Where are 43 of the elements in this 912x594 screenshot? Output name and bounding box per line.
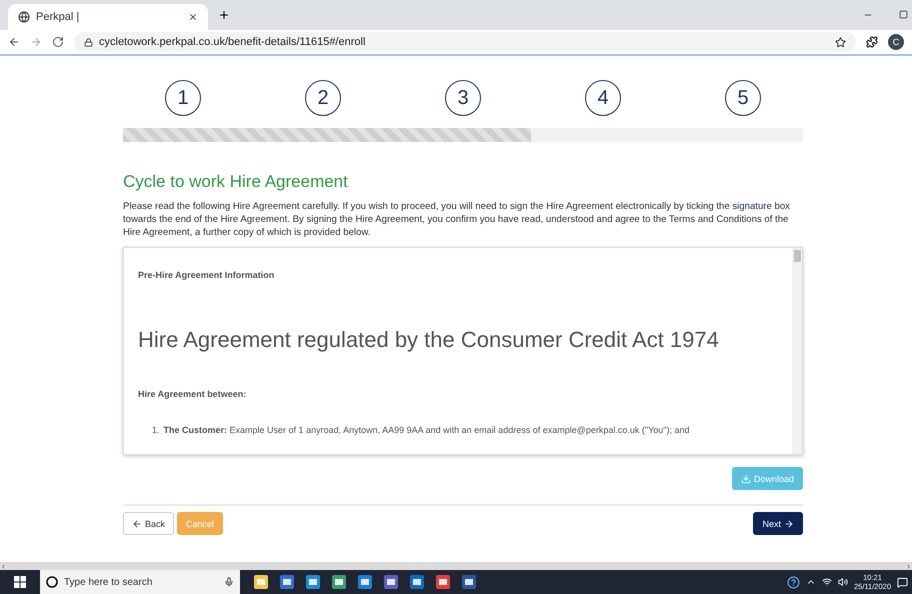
document-heading: Pre-Hire Agreement Information — [138, 270, 276, 280]
horizontal-scrollbar[interactable] — [0, 562, 912, 570]
lock-icon — [84, 38, 93, 46]
list-number: 1. — [152, 425, 160, 435]
scroll-right-icon — [905, 562, 912, 570]
scroll-left-icon — [0, 562, 7, 570]
step-number: 3 — [445, 80, 481, 116]
document-subheading: Hire Agreement between: — [138, 389, 248, 399]
wifi-icon[interactable] — [822, 577, 832, 587]
help-icon[interactable] — [787, 576, 800, 588]
signature-link[interactable]: signature — [732, 201, 772, 212]
scrollbar[interactable] — [792, 248, 802, 454]
download-icon — [740, 474, 751, 484]
next-button[interactable]: Next — [753, 512, 803, 535]
plus-icon[interactable] — [218, 9, 230, 21]
step-number: 5 — [725, 80, 761, 116]
volume-icon[interactable] — [838, 577, 848, 587]
arrow-left-icon — [132, 518, 142, 528]
restore-icon[interactable] — [899, 10, 908, 19]
cortana-icon — [46, 576, 58, 588]
close-icon[interactable] — [188, 12, 198, 22]
step-number: 1 — [165, 80, 201, 116]
extension-icon[interactable] — [866, 36, 878, 48]
notifications-icon[interactable] — [897, 576, 908, 588]
list-item-text: The Customer: Example User of 1 anyroad, Anytown, AA99 9AA and with an email address of example@perkpal.co.uk ("You"); and — [164, 425, 690, 435]
browser-tab[interactable]: Perkpal | — [8, 4, 208, 30]
arrow-right-icon — [784, 518, 794, 528]
intro-paragraph: Please read the following Hire Agreement carefully. If you wish to proceed, you will need to sign the Hire Agreement electronically by ticking the signature box towards the end of the Hire Agreement. By signing the Hire Agreement, you confirm you have read, understood and agree to the Terms and Conditions of the Hire Agreement, a further copy of which is provided below. — [123, 200, 791, 239]
document-title: Hire Agreement regulated by the Consumer Credit Act 1974 — [138, 327, 720, 353]
profile-avatar[interactable]: C — [888, 34, 904, 50]
step-number: 2 — [305, 80, 341, 116]
back-button[interactable]: Back — [123, 512, 174, 535]
microphone-icon — [224, 577, 234, 587]
star-icon[interactable] — [835, 36, 846, 48]
url-text: cycletowork.perkpal.co.uk/benefit-details/11615#/enroll — [99, 36, 366, 48]
windows-start-icon[interactable] — [14, 576, 26, 588]
address-bar[interactable]: cycletowork.perkpal.co.uk/benefit-details/11615#/enroll — [74, 32, 856, 52]
reload-icon[interactable] — [52, 36, 64, 48]
step-number: 4 — [585, 80, 621, 116]
page-title: Cycle to work Hire Agreement — [123, 172, 349, 192]
taskbar-search-field[interactable]: Type here to search — [40, 570, 240, 594]
globe-icon — [18, 11, 30, 23]
back-icon[interactable] — [8, 36, 20, 48]
